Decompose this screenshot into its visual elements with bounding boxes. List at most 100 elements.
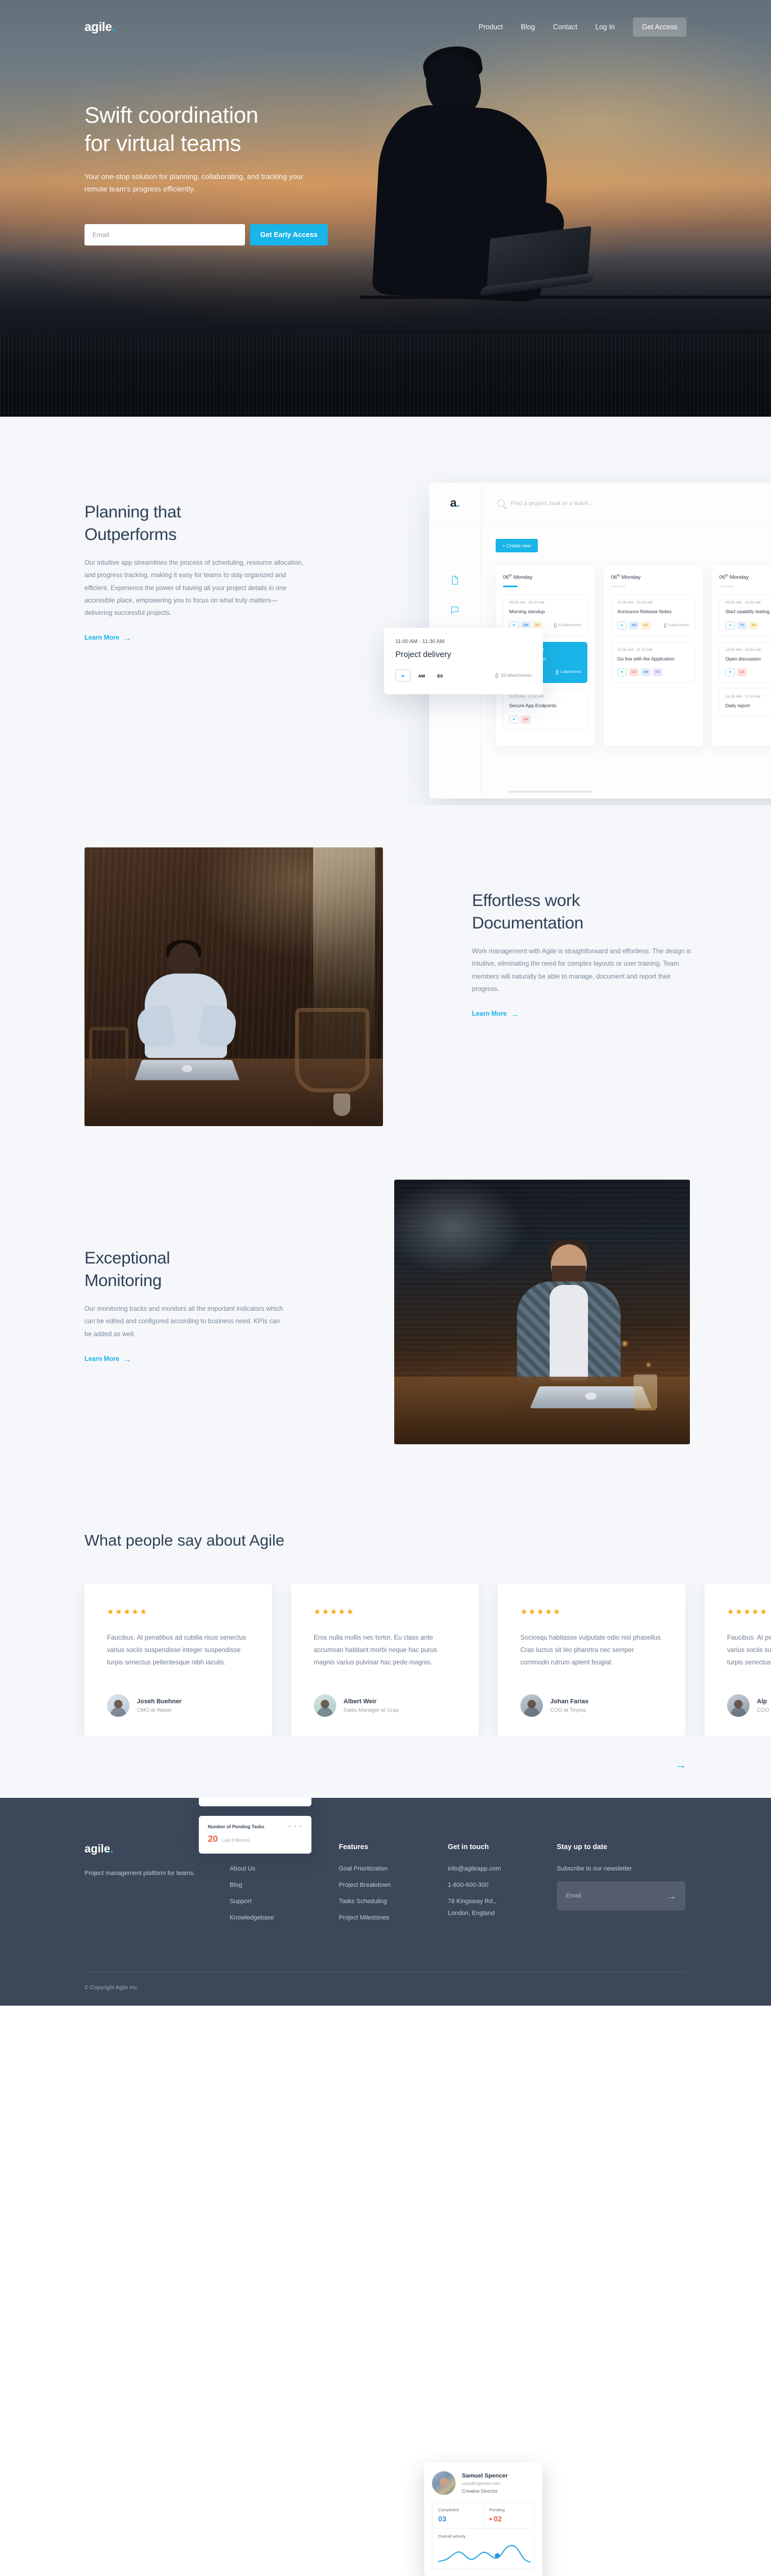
planning-body: Our intuitive app streamlines the proces… xyxy=(84,559,304,617)
footer-heading-contact: Get in touch xyxy=(448,1843,489,1851)
rating-stars: ★★★★★ xyxy=(107,1607,148,1616)
brand-logo-text: agile xyxy=(84,19,112,34)
monitoring-title-line-1: Exceptional xyxy=(84,1249,170,1267)
paperclip-icon xyxy=(554,623,556,628)
testimonials-section: What people say about Agile ★★★★★ Faucib… xyxy=(0,1475,771,1798)
monitoring-copy: Exceptional Monitoring Our monitoring tr… xyxy=(84,1247,287,1364)
documentation-learn-more-link[interactable]: Learn More → xyxy=(472,1010,519,1018)
task-card[interactable]: 14:00 AM - 16:30 AM Open discussion ➤ LA xyxy=(719,641,771,684)
create-new-button[interactable]: + Create new xyxy=(496,539,538,552)
footer-link-about-us[interactable]: About Us xyxy=(230,1865,339,1872)
attachment-count: 5 attachments xyxy=(664,623,689,628)
arrow-right-icon: → xyxy=(511,1010,519,1019)
footer-link-goal-prioritization[interactable]: Goal Prioritization xyxy=(339,1865,448,1872)
testimonial-author-role: COO xyxy=(757,1707,769,1713)
footer-link-support[interactable]: Support xyxy=(230,1898,339,1905)
stat-label: Number of Pending Tasks xyxy=(208,1824,265,1829)
documentation-photo xyxy=(84,847,383,1126)
app-mock-search-bar[interactable]: Find a project, task or a ticket... xyxy=(481,483,771,523)
task-time: 09:00 AM - 10:00 AM xyxy=(509,601,545,605)
stat-value: 20 xyxy=(208,1834,218,1844)
task-card[interactable]: 11:00 AM - 11:30 AM Secure App Endpoints… xyxy=(503,689,587,730)
hero-email-input[interactable] xyxy=(84,224,245,245)
footer-logo-dot: . xyxy=(110,1843,114,1856)
hero-title-line-2: for virtual teams xyxy=(84,131,241,157)
footer-link-knowledgebase[interactable]: Knowledgebase xyxy=(230,1914,339,1921)
planning-learn-more-link[interactable]: Learn More → xyxy=(84,634,131,642)
newsletter-email-input[interactable] xyxy=(565,1892,667,1900)
task-time: 11:00 AM - 11:30 AM xyxy=(509,695,544,699)
profile-email: sasp@egament.com xyxy=(462,2481,501,2486)
rating-stars: ★★★★★ xyxy=(314,1607,355,1616)
task-title: Secure App Endpoints xyxy=(509,703,557,709)
document-icon[interactable] xyxy=(450,575,460,585)
documentation-title-line-2: Documentation xyxy=(472,913,583,932)
float-card-title: Project delivery xyxy=(395,650,452,659)
nav-links: Product Blog Contact Log In Get Access xyxy=(479,17,687,37)
footer-logo-text: agile xyxy=(84,1843,110,1856)
send-icon: ➤ xyxy=(395,669,411,682)
monitoring-learn-more-link[interactable]: Learn More → xyxy=(84,1355,131,1363)
hero-title-line-1: Swift coordination xyxy=(84,103,259,128)
footer-link-blog[interactable]: Blog xyxy=(230,1882,339,1889)
carousel-next-arrow-icon[interactable]: → xyxy=(675,1760,687,1771)
nav-link-login[interactable]: Log In xyxy=(595,23,615,31)
send-icon: ➤ xyxy=(509,715,519,724)
avatar-chip: ES xyxy=(749,621,759,630)
footer-link-tasks-scheduling[interactable]: Tasks Scheduling xyxy=(339,1898,448,1905)
testimonial-author-name: Alp xyxy=(757,1698,767,1705)
footer-link-project-breakdown[interactable]: Project Breakdown xyxy=(339,1882,448,1889)
floating-task-detail-card: 11:00 AM - 11:30 AM Project delivery ➤ A… xyxy=(384,628,543,694)
footer-column-newsletter: Stay up to date Subscribe to our newslet… xyxy=(556,1843,687,1921)
footer-contact-email[interactable]: info@agileapp.com xyxy=(448,1865,557,1872)
testimonials-title: What people say about Agile xyxy=(84,1532,284,1549)
city-skyline xyxy=(0,248,771,417)
avatar-chip: FS xyxy=(653,668,662,677)
completed-label: Completed xyxy=(438,2507,459,2512)
newsletter-subtitle: Subscribe to our newsletter xyxy=(556,1865,632,1873)
send-icon: ➤ xyxy=(725,621,735,630)
avatar-chip: AM xyxy=(418,673,425,678)
float-card-attachments: 10 attachments xyxy=(496,673,532,679)
testimonial-author-name: Johan Farias xyxy=(550,1698,589,1705)
day-column: 06th Monday 10:00 AM - 10:30 AM Announce… xyxy=(604,565,703,746)
site-footer: agile. Project management platform for t… xyxy=(0,1798,771,2006)
testimonial-author-role: COO at Toyota xyxy=(550,1707,586,1713)
send-icon: ➤ xyxy=(617,621,627,630)
paperclip-icon xyxy=(556,670,559,675)
user-profile-card: Samuel Spencer sasp@egament.com Creative… xyxy=(424,2462,542,2576)
nav-link-product[interactable]: Product xyxy=(479,23,503,31)
monitoring-photo xyxy=(394,1180,690,1444)
footer-link-project-milestones[interactable]: Project Milestones xyxy=(339,1914,448,1921)
footer-contact-address-line-2: London, England xyxy=(448,1910,495,1917)
testimonial-card: ★★★★★ Eros nulla mollis nec tortor. Eu c… xyxy=(291,1583,479,1736)
testimonial-card: ★★★★★ Sociosqu habitasse vulputate odio … xyxy=(498,1583,685,1736)
get-early-access-button[interactable]: Get Early Access xyxy=(250,224,328,245)
task-card[interactable]: 16:35 AM - 17:00 AM Daily report xyxy=(719,689,771,716)
documentation-section: Number of Completed Tasks • • • 23 This … xyxy=(0,805,771,1854)
attachment-count: 10 attachments xyxy=(554,623,581,628)
nav-link-contact[interactable]: Contact xyxy=(553,23,577,31)
avatar xyxy=(727,1694,750,1717)
testimonial-card: ★★★★★ Faucibus. At penatibus ad cubilia … xyxy=(705,1583,771,1736)
horizontal-scrollbar[interactable] xyxy=(508,791,592,793)
planning-copy: Planning that Outperforms Our intuitive … xyxy=(84,501,304,642)
nav-link-blog[interactable]: Blog xyxy=(521,23,535,31)
footer-contact-phone[interactable]: 1-800-600-300 xyxy=(448,1882,557,1889)
brand-logo[interactable]: agile. xyxy=(84,20,115,34)
task-time: 16:35 AM - 17:00 AM xyxy=(725,695,761,699)
newsletter-submit-arrow-icon[interactable]: → xyxy=(667,1891,676,1901)
paperclip-icon xyxy=(664,623,667,628)
task-card[interactable]: 09:50 AM - 13:25 AM Start usability test… xyxy=(719,595,771,636)
more-options-icon[interactable]: • • • xyxy=(288,1824,302,1830)
chat-icon[interactable] xyxy=(450,605,460,615)
footer-tagline: Project management platform for teams. xyxy=(84,1870,195,1877)
avatar-chip: LA xyxy=(521,715,531,724)
planning-title-line-2: Outperforms xyxy=(84,525,177,544)
get-access-button[interactable]: Get Access xyxy=(632,17,687,37)
avatar xyxy=(314,1694,336,1717)
task-card[interactable]: 10:00 AM - 10:30 AM Announce Release Not… xyxy=(611,595,696,636)
float-card-time: 11:00 AM - 11:30 AM xyxy=(395,639,445,645)
activity-label: Overall activity xyxy=(438,2534,466,2539)
task-card[interactable]: 10:30 AM - 11:30 AM Go live with the App… xyxy=(611,641,696,684)
